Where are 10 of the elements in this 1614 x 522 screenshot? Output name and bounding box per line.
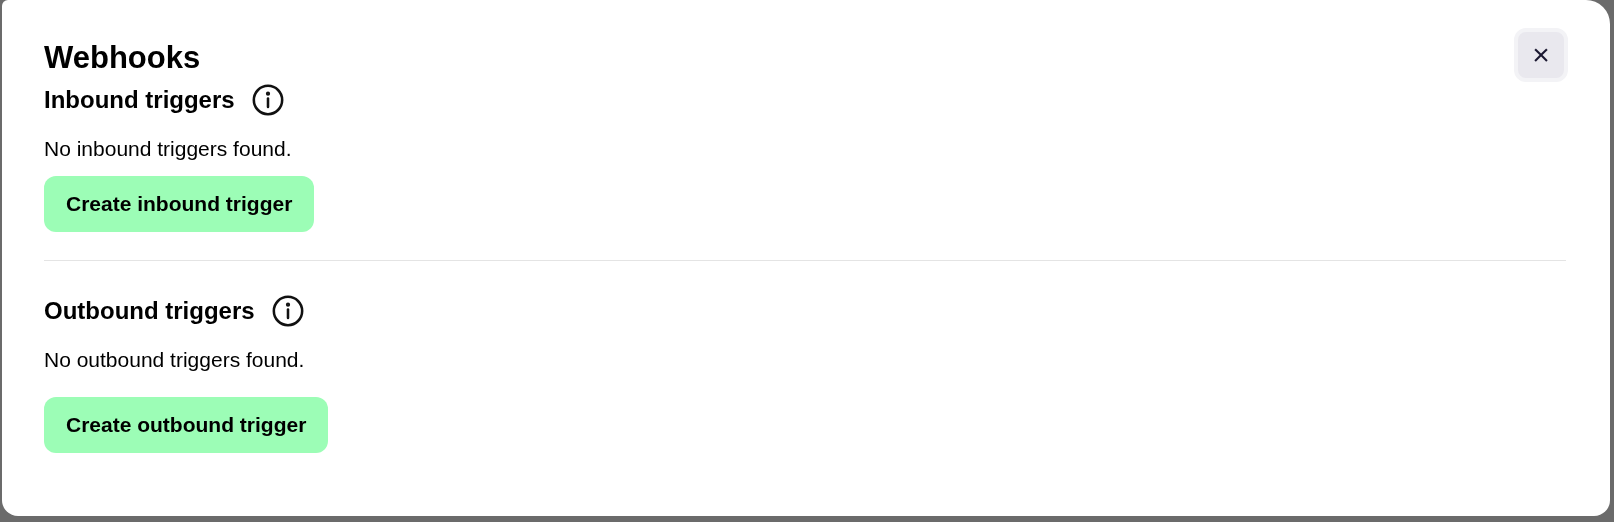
dialog-title: Webhooks	[44, 39, 201, 77]
info-icon[interactable]	[250, 83, 285, 117]
create-trigger-button[interactable]: Create outbound trigger	[44, 397, 329, 453]
empty-message: No inbound triggers found.	[44, 136, 292, 162]
empty-message: No outbound triggers found.	[44, 347, 305, 373]
section-heading: Outbound triggers	[44, 296, 255, 326]
create-trigger-button[interactable]: Create inbound trigger	[44, 176, 315, 232]
section-heading: Inbound triggers	[44, 85, 235, 115]
close-button[interactable]: ×	[1514, 28, 1568, 82]
info-icon[interactable]	[270, 294, 305, 328]
